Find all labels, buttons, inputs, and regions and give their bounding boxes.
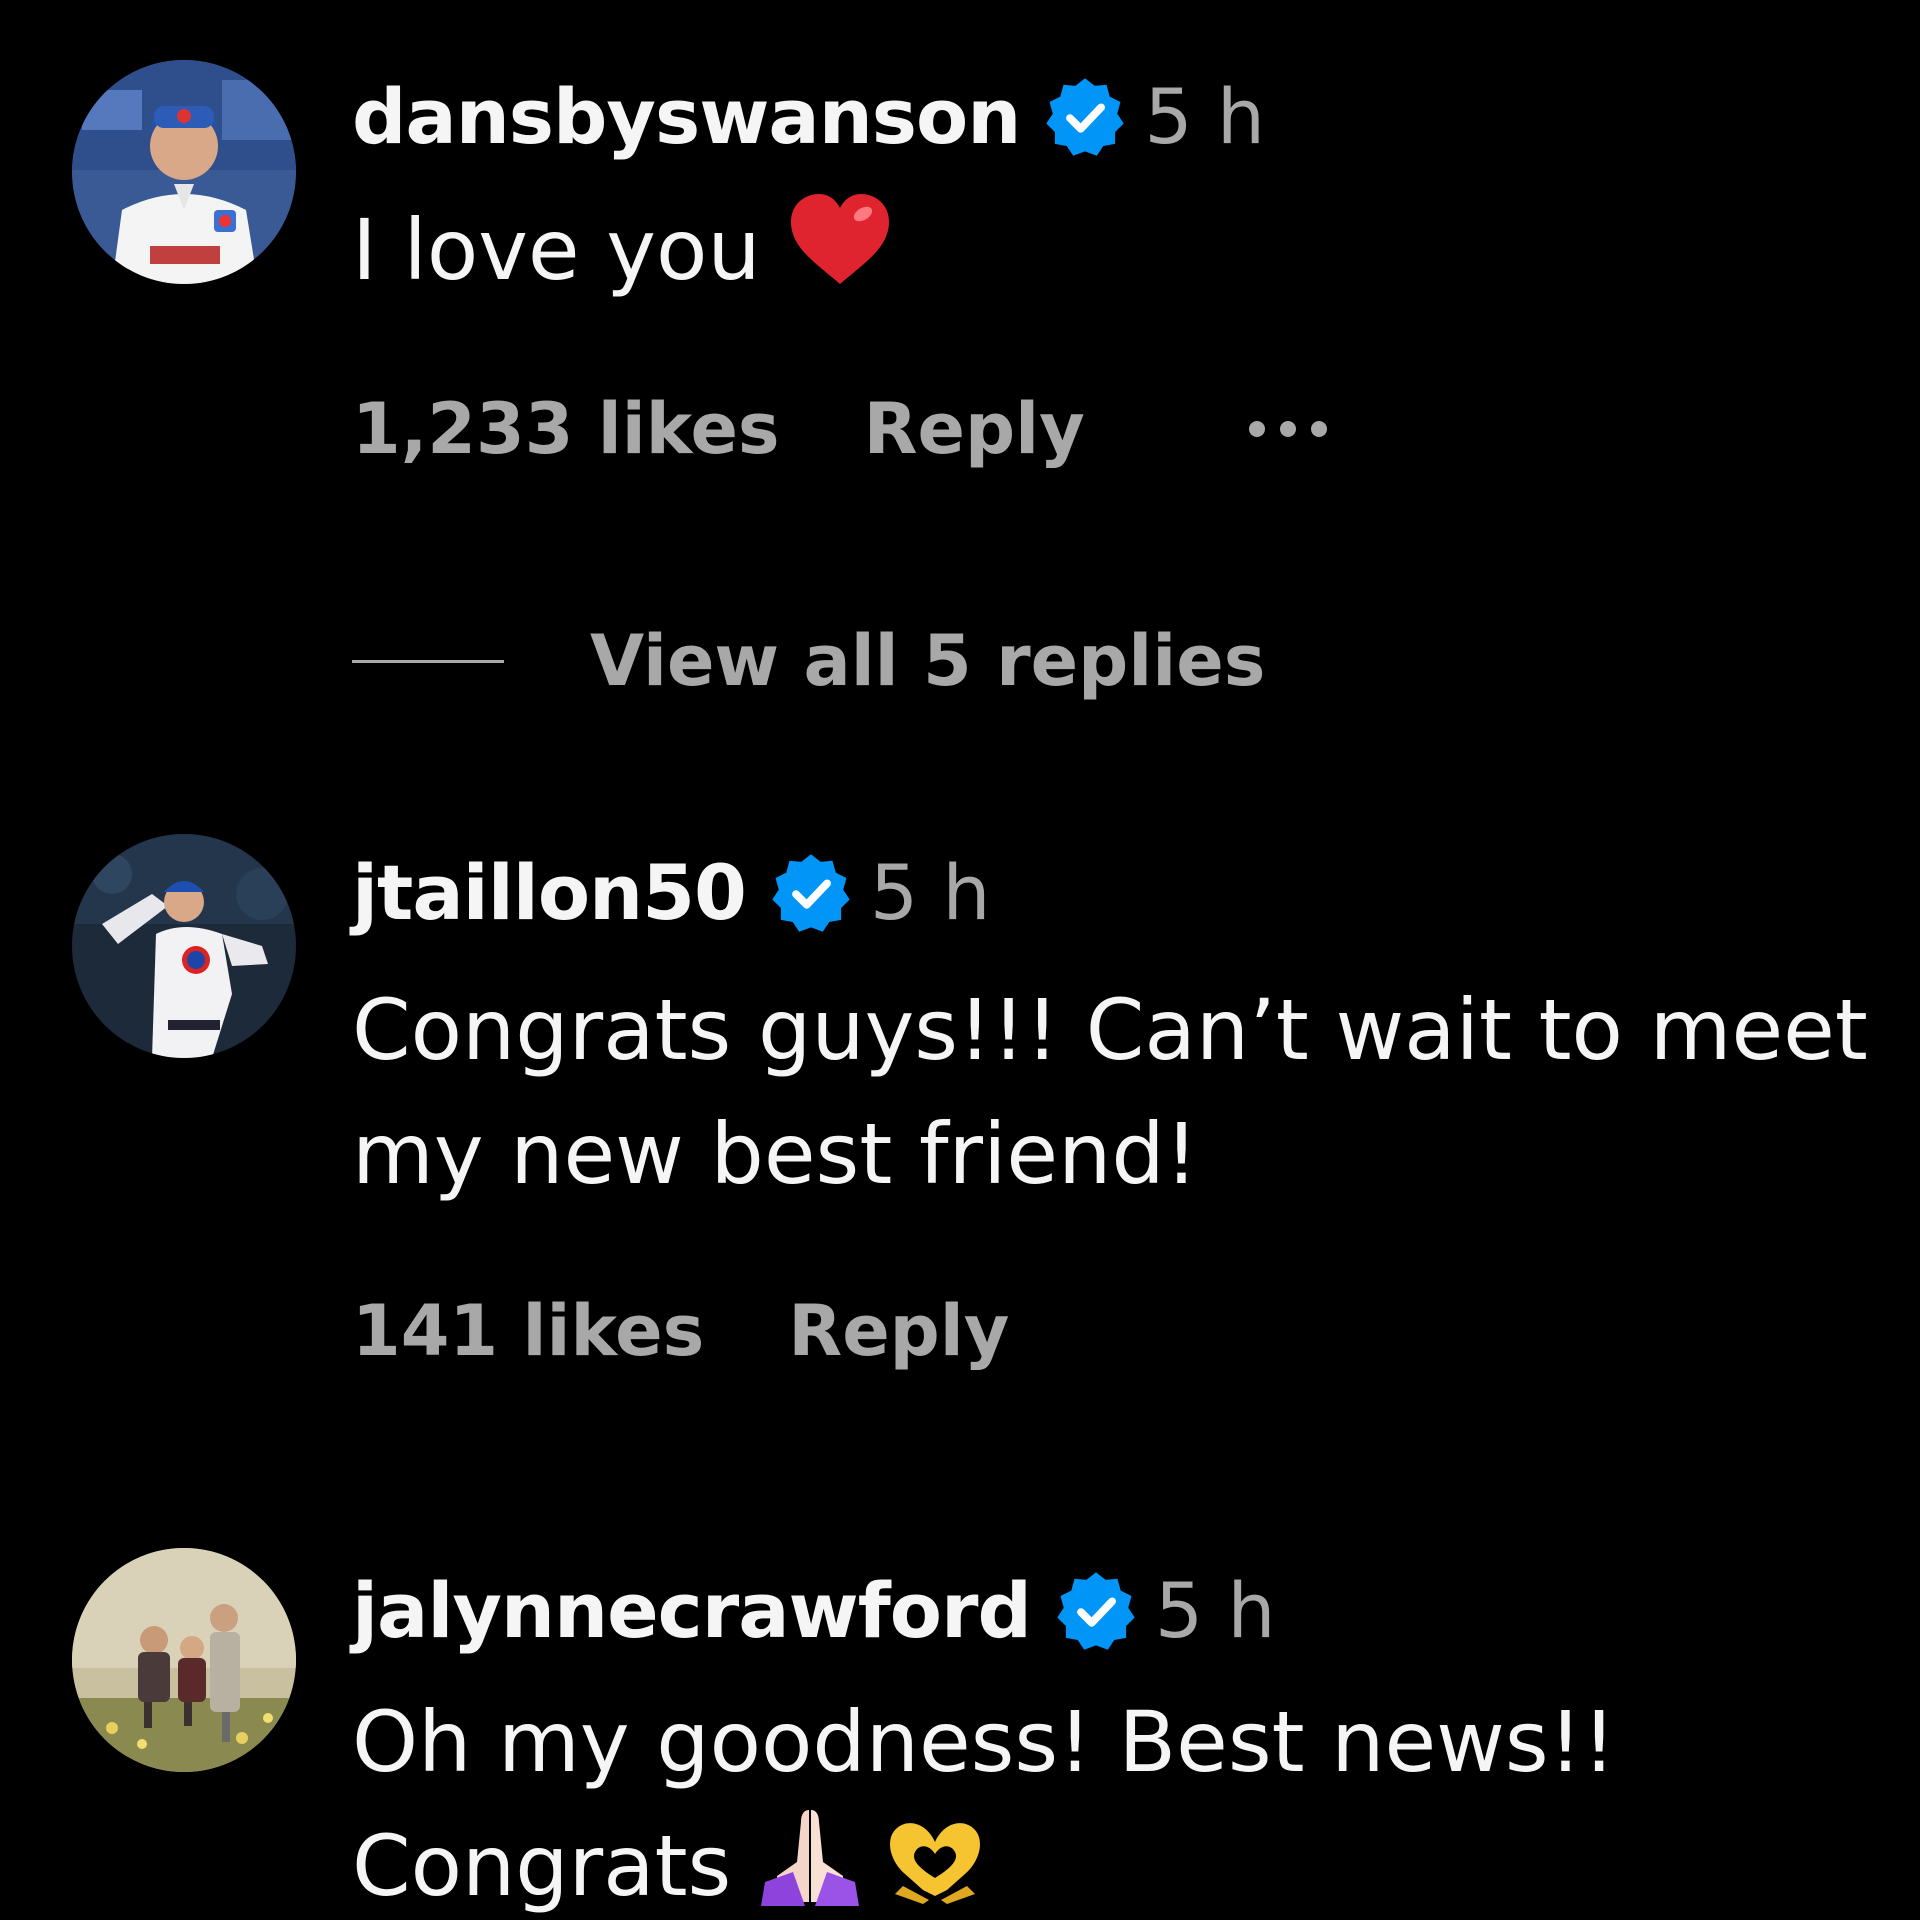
avatar[interactable] [72, 834, 296, 1058]
more-options-icon[interactable] [1248, 421, 1327, 437]
comment-text: Congrats guys!!! Can’t wait to meet my n… [352, 968, 1892, 1216]
username-link[interactable]: dansbyswanson [352, 72, 1021, 161]
heart-hands-icon [883, 1808, 987, 1920]
view-replies-label: View all 5 replies [590, 620, 1266, 702]
comment-text: Oh my goodness! Best news!! Congrats [352, 1680, 1892, 1920]
comment-text: I love you [352, 188, 1892, 321]
comment-header: jalynnecrawford 5 h [352, 1566, 1276, 1655]
comment-text-line: Oh my goodness! Best news!! [352, 1693, 1616, 1791]
reply-button[interactable]: Reply [864, 388, 1085, 470]
likes-count-link[interactable]: 1,233 likes [352, 388, 780, 470]
divider-line [352, 659, 504, 663]
red-heart-icon [787, 192, 893, 321]
view-replies-button[interactable]: View all 5 replies [352, 620, 1265, 702]
verified-badge-icon [1042, 74, 1128, 160]
comment-actions: 141 likes Reply [352, 1290, 1009, 1372]
folded-hands-icon [757, 1806, 863, 1920]
reply-button[interactable]: Reply [788, 1290, 1009, 1372]
avatar[interactable] [72, 60, 296, 284]
comment-header: jtaillon50 5 h [352, 848, 991, 937]
comment-header: dansbyswanson 5 h [352, 72, 1265, 161]
comment-text-line: Congrats guys!!! Can’t wait to meet [352, 981, 1868, 1079]
avatar[interactable] [72, 1548, 296, 1772]
comment-text-line: Congrats [352, 1804, 1892, 1920]
verified-badge-icon [1053, 1568, 1139, 1654]
timestamp: 5 h [869, 848, 991, 937]
timestamp: 5 h [1144, 72, 1266, 161]
comment-text-line: my new best friend! [352, 1105, 1199, 1203]
username-link[interactable]: jtaillon50 [352, 848, 747, 937]
likes-count-link[interactable]: 141 likes [352, 1290, 704, 1372]
comment-actions: 1,233 likes Reply [352, 388, 1327, 470]
username-link[interactable]: jalynnecrawford [352, 1566, 1032, 1655]
timestamp: 5 h [1154, 1566, 1276, 1655]
verified-badge-icon [768, 850, 854, 936]
